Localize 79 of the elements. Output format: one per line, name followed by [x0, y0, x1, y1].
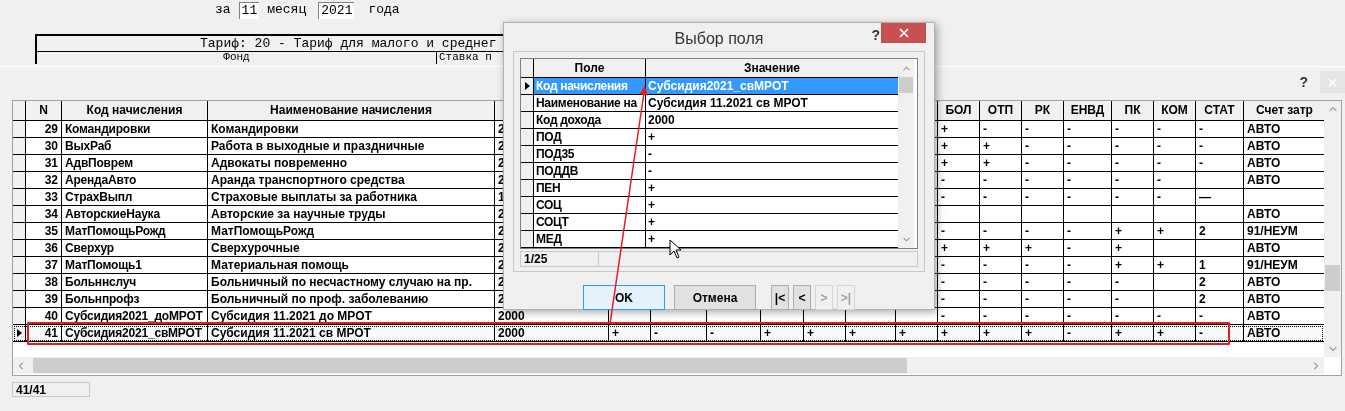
table-header: Ставка п	[439, 51, 492, 63]
table-cell: +	[1022, 325, 1064, 342]
record-counter: 41/41	[15, 383, 48, 397]
navigation-button[interactable]: <	[793, 285, 811, 310]
navigation-button[interactable]: |<	[771, 285, 789, 310]
period-label: месяц	[267, 1, 307, 20]
row-selector[interactable]	[521, 146, 534, 163]
row-selector[interactable]	[13, 325, 26, 342]
table-header: Фонд	[223, 51, 250, 63]
table-cell: 2000	[495, 325, 609, 342]
table-cell: -	[651, 325, 707, 342]
row-selector[interactable]	[13, 308, 26, 325]
row-selector[interactable]	[13, 172, 26, 189]
row-selector[interactable]	[13, 240, 26, 257]
table-cell: +	[846, 325, 896, 342]
period-label: года	[368, 1, 400, 20]
table-cell: -	[707, 325, 761, 342]
month-field[interactable]: 11	[238, 1, 260, 19]
scroll-thumb[interactable]	[1325, 265, 1340, 291]
table-row[interactable]: 41 Субсидия2021_свМРОТ Субсидия 11.2021 св МРОТ 2000 + - - + + + + + + + - + + - АВТО	[13, 325, 1325, 342]
row-selector[interactable]	[521, 129, 534, 146]
table-cell: +	[896, 325, 938, 342]
row-selector[interactable]	[13, 206, 26, 223]
dialog-title: Выбор поля	[674, 29, 764, 49]
row-selector[interactable]	[521, 112, 534, 129]
table-row[interactable]: СОЦТ +	[521, 214, 898, 231]
horizontal-scrollbar[interactable]	[13, 357, 1324, 374]
ok-button[interactable]: OK	[583, 285, 665, 310]
close-button[interactable]	[881, 23, 926, 43]
table-cell: +	[804, 325, 846, 342]
row-selector[interactable]	[521, 231, 534, 248]
row-selector[interactable]	[521, 78, 534, 95]
help-button[interactable]: ?	[871, 25, 880, 46]
row-selector[interactable]	[13, 155, 26, 172]
table-cell: МЕД	[534, 231, 646, 248]
period-label: за	[215, 1, 231, 20]
close-icon	[1326, 75, 1339, 89]
row-selector[interactable]	[13, 274, 26, 291]
table-cell: Субсидия2021_свМРОТ	[62, 325, 208, 342]
row-pointer-icon	[524, 82, 530, 90]
row-selector[interactable]	[521, 163, 534, 180]
table-row[interactable]: МЕД +	[521, 231, 898, 248]
row-selector[interactable]	[13, 121, 26, 138]
row-selector[interactable]	[13, 223, 26, 240]
table-row[interactable]: ПЕН +	[521, 180, 898, 197]
row-selector[interactable]	[521, 180, 534, 197]
table-cell: +	[609, 325, 651, 342]
row-pointer-icon	[16, 329, 22, 337]
table-row[interactable]: СОЦ +	[521, 197, 898, 214]
table-row[interactable]: ПОД35 -	[521, 146, 898, 163]
row-selector[interactable]	[521, 197, 534, 214]
table-cell: +	[1154, 325, 1196, 342]
table-cell: +	[938, 325, 980, 342]
table-row[interactable]: ПОД +	[521, 129, 898, 146]
scroll-thumb[interactable]	[899, 77, 913, 93]
record-counter: 1/25	[521, 252, 599, 266]
vertical-scrollbar[interactable]	[898, 59, 914, 248]
help-button[interactable]: ?	[1299, 71, 1308, 93]
table-cell: +	[761, 325, 804, 342]
vertical-scrollbar[interactable]	[1324, 101, 1341, 357]
table-row[interactable]: Наименование на Субсидия 11.2021 св МРОТ	[521, 95, 898, 112]
row-selector[interactable]	[521, 214, 534, 231]
row-selector[interactable]	[13, 189, 26, 206]
scroll-thumb[interactable]	[33, 358, 907, 373]
tariff-title: Тариф: 20 - Тариф для малого и среднег	[200, 36, 497, 51]
row-selector[interactable]	[13, 138, 26, 155]
table-row[interactable]: Код дохода 2000	[521, 112, 898, 129]
table-cell: +	[980, 325, 1022, 342]
row-selector[interactable]	[521, 95, 534, 112]
table-cell: -	[1064, 325, 1112, 342]
table-cell: 41	[26, 325, 62, 342]
table-cell: Субсидия 11.2021 св МРОТ	[208, 325, 495, 342]
table-row[interactable]: ПОДДВ -	[521, 163, 898, 180]
row-selector[interactable]	[13, 291, 26, 308]
cancel-button[interactable]: Отмена	[674, 285, 756, 310]
table-cell: -	[1196, 325, 1244, 342]
row-selector[interactable]	[13, 257, 26, 274]
table-cell: +	[1112, 325, 1154, 342]
year-field[interactable]: 2021	[318, 1, 355, 19]
